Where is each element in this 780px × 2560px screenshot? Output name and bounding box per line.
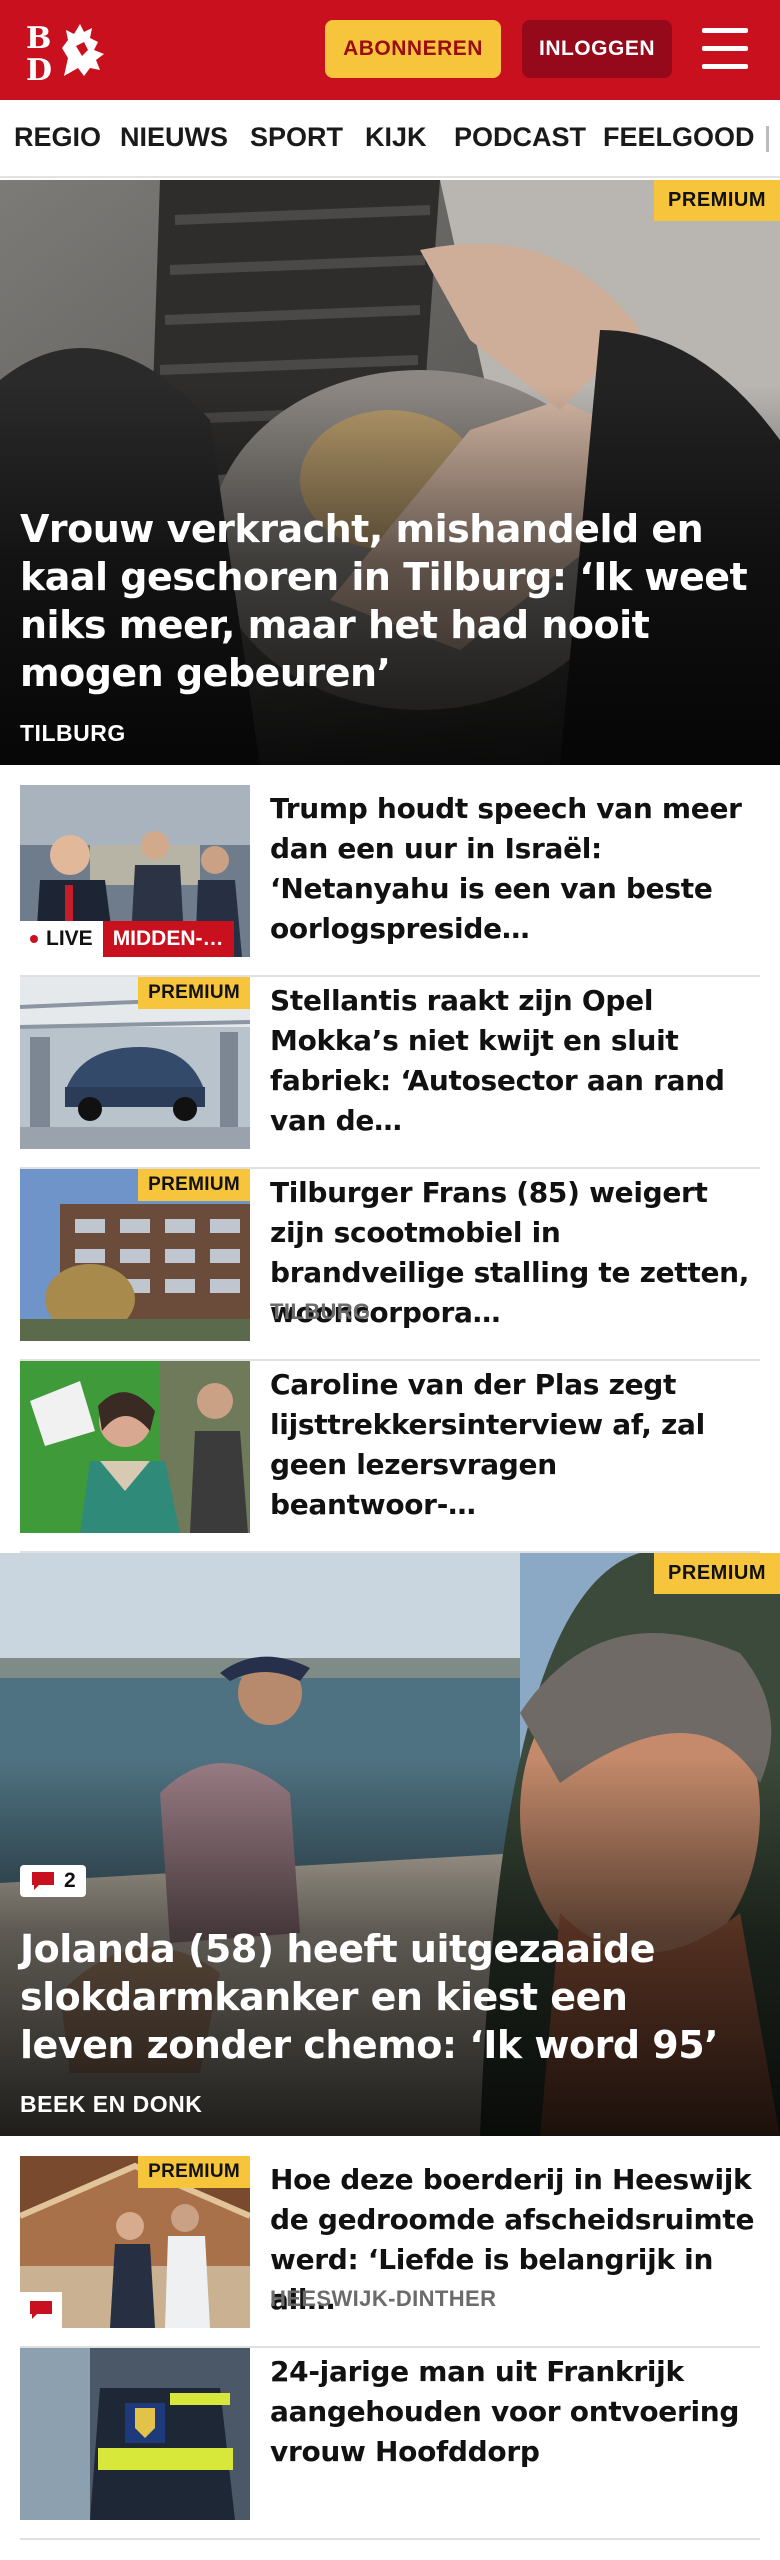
comment-count: 2 (64, 1869, 76, 1892)
premium-badge: PREMIUM (138, 1169, 250, 1201)
nav-item-nieuws[interactable]: NIEUWS (120, 122, 228, 153)
article-thumbnail: PREMIUM (20, 977, 250, 1149)
article-row[interactable]: 24-jarige man uit Frankrijk aangehouden … (20, 2348, 760, 2540)
article-row[interactable]: PREMIUM Hoe deze boerderij in Heeswijk d… (20, 2156, 760, 2348)
article-thumbnail: PREMIUM (20, 1169, 250, 1341)
article-title[interactable]: 24-jarige man uit Frankrijk aangehouden … (270, 2352, 760, 2472)
nav-item-feelgood[interactable]: FEELGOOD (603, 122, 755, 153)
section-nav: REGIO NIEUWS SPORT KIJK PODCAST FEELGOOD (0, 100, 780, 178)
article-thumbnail: PREMIUM (20, 2156, 250, 2328)
nav-overflow-indicator (766, 126, 769, 152)
live-dot-icon (30, 935, 38, 943)
hero-article-1[interactable]: PREMIUM Vrouw verkracht, mishandeld en k… (0, 180, 780, 765)
article-title[interactable]: Stellantis raakt zijn Opel Mokka’s niet … (270, 981, 760, 1141)
nav-item-kijk[interactable]: KIJK (365, 122, 427, 153)
premium-badge: PREMIUM (138, 977, 250, 1009)
bd-logo[interactable]: B D (24, 18, 124, 88)
article-location: TILBURG (270, 1299, 371, 1324)
hero-article-2[interactable]: PREMIUM 2 Jolanda (58) heeft uitgezaaide… (0, 1553, 780, 2136)
article-row[interactable]: LIVE MIDDEN-… Trump houdt speech van mee… (20, 785, 760, 977)
article-title[interactable]: Caroline van der Plas zegt lijsttrekkers… (270, 1365, 760, 1525)
hero-location: TILBURG (20, 720, 126, 746)
hero-title[interactable]: Jolanda (58) heeft uitgezaaide slokdarmk… (20, 1925, 750, 2069)
top-header: B D ABONNEREN INLOGGEN (0, 0, 780, 100)
article-thumbnail (20, 2348, 250, 2520)
comment-icon (30, 1870, 56, 1892)
menu-icon[interactable] (698, 26, 752, 72)
nav-item-regio[interactable]: REGIO (14, 122, 101, 153)
article-row[interactable]: PREMIUM Stellantis raakt zijn Opel Mokka… (20, 977, 760, 1169)
article-thumbnail (20, 1361, 250, 1533)
comment-count-badge[interactable]: 2 (20, 1865, 86, 1897)
nav-item-sport[interactable]: SPORT (250, 122, 343, 153)
article-row[interactable]: Caroline van der Plas zegt lijsttrekkers… (20, 1361, 760, 1553)
premium-badge: PREMIUM (138, 2156, 250, 2188)
topic-label: MIDDEN-… (102, 921, 234, 957)
subscribe-button[interactable]: ABONNEREN (325, 20, 501, 78)
live-tag: LIVE MIDDEN-… (20, 921, 234, 957)
svg-text:D: D (26, 53, 52, 84)
login-button[interactable]: INLOGGEN (522, 20, 672, 78)
comment-icon (20, 2292, 62, 2328)
hero-title[interactable]: Vrouw verkracht, mishandeld en kaal gesc… (20, 505, 750, 697)
premium-badge: PREMIUM (654, 1553, 780, 1594)
article-location: HEESWIJK-DINTHER (270, 2286, 497, 2311)
article-row[interactable]: PREMIUM Tilburger Frans (85) weigert zij… (20, 1169, 760, 1361)
hero-location: BEEK EN DONK (20, 2091, 203, 2117)
svg-text:B: B (26, 21, 51, 56)
premium-badge: PREMIUM (654, 180, 780, 221)
live-label: LIVE (46, 927, 93, 950)
nav-item-podcast[interactable]: PODCAST (454, 122, 586, 153)
article-title[interactable]: Trump houdt speech van meer dan een uur … (270, 789, 760, 949)
article-thumbnail: LIVE MIDDEN-… (20, 785, 250, 957)
